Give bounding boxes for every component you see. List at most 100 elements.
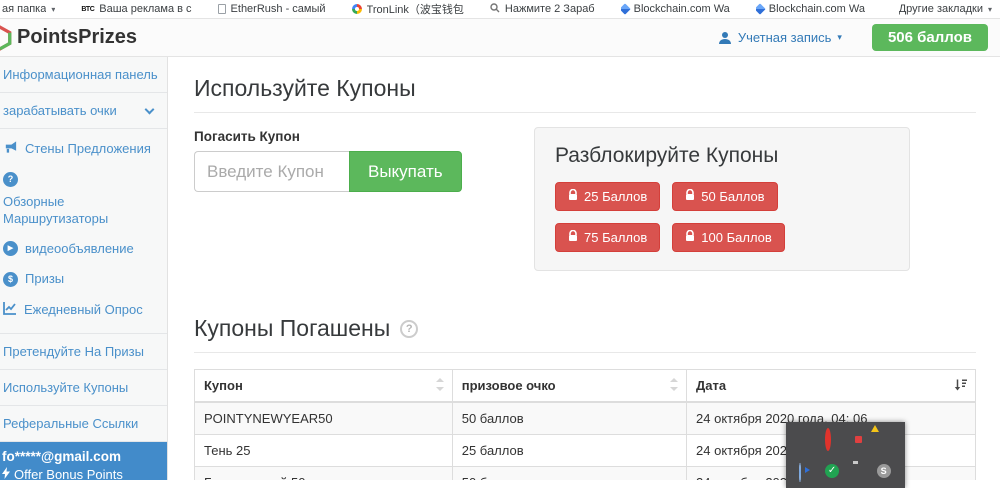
cell-points: 50 баллов [452,402,686,435]
lock-icon [568,230,578,245]
sort-both-icon [670,378,678,394]
bookmark-item[interactable]: Нажмите 2 Зараб [490,3,595,16]
blockchain-icon [621,3,631,14]
column-header-date[interactable]: Дата [687,370,976,403]
points-balance-badge[interactable]: 506 баллов [872,24,988,51]
blue-app-icon[interactable] [851,431,866,446]
megaphone-icon [3,140,18,158]
s-badge-icon[interactable]: S [877,464,892,479]
sidebar-item-label: Стены Предложения [25,141,151,157]
btc-icon: BTC [81,6,94,13]
sidebar-item-offer-walls[interactable]: Стены Предложения [0,133,167,165]
page-title-text: Используйте Купоны [194,75,416,102]
column-label: Дата [696,378,726,393]
other-bookmarks-label: Другие закладки [899,3,983,15]
sidebar-item-use-coupons[interactable]: Используйте Купоны [0,370,167,406]
device-icon[interactable] [851,464,866,479]
antivirus-check-icon[interactable]: ✓ [825,464,840,479]
main-content: Используйте Купоны Погасить Купон Выкупа… [168,57,1000,480]
unlock-button-label: 25 Баллов [584,189,647,204]
shield-warning-icon[interactable] [877,431,892,446]
sidebar-item-label: Реферальные Ссылки [3,416,138,431]
unlock-100-button[interactable]: 100 Баллов [672,223,785,252]
brand-hexagon-icon [0,25,13,51]
sidebar: Информационная панель зарабатывать очки … [0,57,168,480]
redeemed-coupons-title: Купоны Погашены ? [194,315,976,353]
caret-down-icon: ▾ [51,5,55,14]
unlock-25-button[interactable]: 25 Баллов [555,182,660,211]
bookmark-label: Ваша реклама в с [99,3,191,15]
sidebar-item-label: Обзорные Маршрутизаторы [3,194,161,227]
sidebar-item-claim-prizes[interactable]: Претендуйте На Призы [0,334,167,370]
unlock-50-button[interactable]: 50 Баллов [672,182,777,211]
bookmark-label: TronLink（波宝钱包 [367,1,464,17]
sort-desc-icon [954,378,967,393]
bookmark-label: Нажмите 2 Зараб [505,3,595,15]
chevron-down-icon [145,104,155,114]
sidebar-submenu: Стены Предложения ? Обзорные Маршрутизат… [0,129,167,334]
sidebar-item-prizes[interactable]: $ Призы [0,264,167,294]
help-icon[interactable]: ? [400,320,418,338]
media-player-icon[interactable] [799,464,814,479]
bookmark-item[interactable]: TronLink（波宝钱包 [352,1,464,17]
account-menu[interactable]: Учетная запись ▾ [718,30,842,45]
column-label: призовое очко [462,378,556,393]
table-header-row: Купон призовое очко Дата [195,370,976,403]
lock-icon [685,189,695,204]
sidebar-item-label: Ежедневный Опрос [24,302,143,318]
page-icon [218,4,226,14]
opera-icon[interactable] [825,431,840,446]
cell-points: 50 баллов [452,467,686,481]
bookmark-item[interactable]: EtherRush - самый [218,3,326,15]
sidebar-item-earn-points[interactable]: зарабатывать очки [0,93,167,129]
cell-coupon: POINTYNEWYEAR50 [195,402,453,435]
referral-offer-label: Offer Bonus Points [14,467,123,481]
sidebar-item-video-ads[interactable]: ▶ видеообъявление [0,234,167,264]
brand-logo[interactable]: PointsPrizes [0,25,137,51]
redeem-button[interactable]: Выкупать [349,151,462,192]
tronlink-icon [352,4,362,14]
sidebar-item-daily-poll[interactable]: Ежедневный Опрос [0,294,167,326]
column-header-points[interactable]: призовое очко [452,370,686,403]
lock-icon [568,189,578,204]
sidebar-item-dashboard[interactable]: Информационная панель [0,57,167,93]
coupon-input[interactable] [194,151,349,192]
referral-card[interactable]: fo*****@gmail.com Offer Bonus Points [0,442,167,481]
column-label: Купон [204,378,243,393]
bookmark-label: Blockchain.com Wa [769,3,865,15]
bookmark-label: ая папка [2,3,46,15]
dollar-circle-icon: $ [3,272,18,287]
account-label: Учетная запись [738,30,832,45]
redeemed-coupons-title-text: Купоны Погашены [194,315,390,342]
site-header: PointsPrizes Учетная запись ▾ 506 баллов [0,19,1000,57]
unlock-75-button[interactable]: 75 Баллов [555,223,660,252]
sidebar-item-survey-routers[interactable]: ? Обзорные Маршрутизаторы [0,165,167,234]
bookmarks-bar: ая папка ▾ BTC Ваша реклама в с EtherRus… [0,0,1000,19]
sidebar-item-label: видеообъявление [25,241,134,257]
bookmark-item[interactable]: Blockchain.com Wa [756,3,865,15]
line-chart-icon [3,301,17,319]
bolt-icon [2,467,10,481]
column-header-coupon[interactable]: Купон [195,370,453,403]
other-bookmarks-button[interactable]: Другие закладки ▾ [899,3,992,15]
user-icon [718,31,732,45]
brand-name: PointsPrizes [17,26,137,49]
redeem-coupon-label: Погасить Купон [194,129,534,144]
sidebar-item-referral-links[interactable]: Реферальные Ссылки [0,406,167,442]
magnifier-icon [490,3,500,16]
unlock-coupons-title: Разблокируйте Купоны [555,144,889,168]
bookmark-item[interactable]: BTC Ваша реклама в с [81,3,191,15]
sidebar-item-label: Призы [25,271,64,287]
unlock-button-label: 100 Баллов [701,230,772,245]
question-circle-icon: ? [3,172,18,187]
cell-points: 25 баллов [452,435,686,467]
taskbar-window-icon[interactable] [799,431,814,446]
unlock-coupons-panel: Разблокируйте Купоны 25 Баллов 50 Баллов… [534,127,910,271]
redeem-coupon-form: Погасить Купон Выкупать [194,129,534,192]
caret-down-icon: ▾ [837,32,842,43]
lock-icon [685,230,695,245]
sidebar-item-label: зарабатывать очки [3,103,117,118]
bookmark-folder[interactable]: ая папка ▾ [2,3,55,15]
play-circle-icon: ▶ [3,241,18,256]
bookmark-item[interactable]: Blockchain.com Wa [621,3,730,15]
